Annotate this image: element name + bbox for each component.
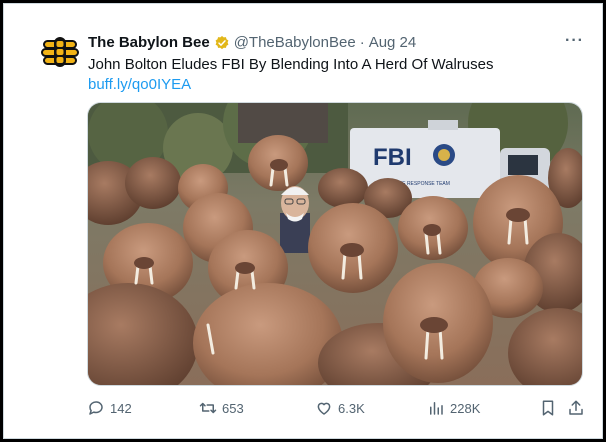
tweet-card[interactable]: The Babylon Bee @TheBabylonBee · Aug 24 … bbox=[3, 3, 603, 439]
share-button[interactable] bbox=[567, 399, 585, 417]
views-button[interactable]: 228K bbox=[427, 399, 480, 417]
retweet-icon bbox=[199, 402, 217, 414]
author-row: The Babylon Bee @TheBabylonBee · Aug 24 bbox=[88, 34, 416, 51]
tweet-image[interactable]: FBI EVIDENCE RESPONSE TEAM bbox=[87, 102, 583, 386]
handle[interactable]: @TheBabylonBee bbox=[234, 34, 356, 51]
display-name[interactable]: The Babylon Bee bbox=[88, 34, 210, 51]
tweet-header: The Babylon Bee @TheBabylonBee · Aug 24 … bbox=[4, 4, 602, 104]
tweet-date[interactable]: Aug 24 bbox=[369, 34, 417, 51]
verified-badge-icon[interactable] bbox=[214, 35, 230, 51]
retweet-count: 653 bbox=[222, 400, 244, 416]
like-icon bbox=[317, 402, 331, 415]
bee-logo-icon[interactable] bbox=[40, 34, 80, 70]
walrus-photo: FBI EVIDENCE RESPONSE TEAM bbox=[88, 103, 582, 385]
bookmark-icon bbox=[542, 400, 554, 416]
truck-fbi-label: FBI bbox=[373, 144, 412, 171]
views-count: 228K bbox=[450, 400, 481, 416]
tweet-link[interactable]: buff.ly/qo0IYEA bbox=[88, 76, 191, 93]
reply-icon bbox=[89, 401, 103, 415]
bookmark-button[interactable] bbox=[539, 399, 557, 417]
tweet-text: John Bolton Eludes FBI By Blending Into … bbox=[88, 56, 494, 73]
retweet-button[interactable]: 653 bbox=[199, 399, 244, 417]
views-icon bbox=[430, 402, 443, 415]
action-bar: 142 653 6.3K 228K bbox=[87, 396, 587, 422]
share-icon bbox=[569, 400, 583, 415]
man-in-herd bbox=[280, 186, 310, 253]
more-icon[interactable]: ··· bbox=[565, 32, 584, 50]
separator-dot: · bbox=[359, 34, 365, 51]
like-button[interactable]: 6.3K bbox=[315, 399, 365, 417]
reply-count: 142 bbox=[110, 400, 132, 416]
reply-button[interactable]: 142 bbox=[87, 399, 132, 417]
like-count: 6.3K bbox=[338, 400, 365, 416]
